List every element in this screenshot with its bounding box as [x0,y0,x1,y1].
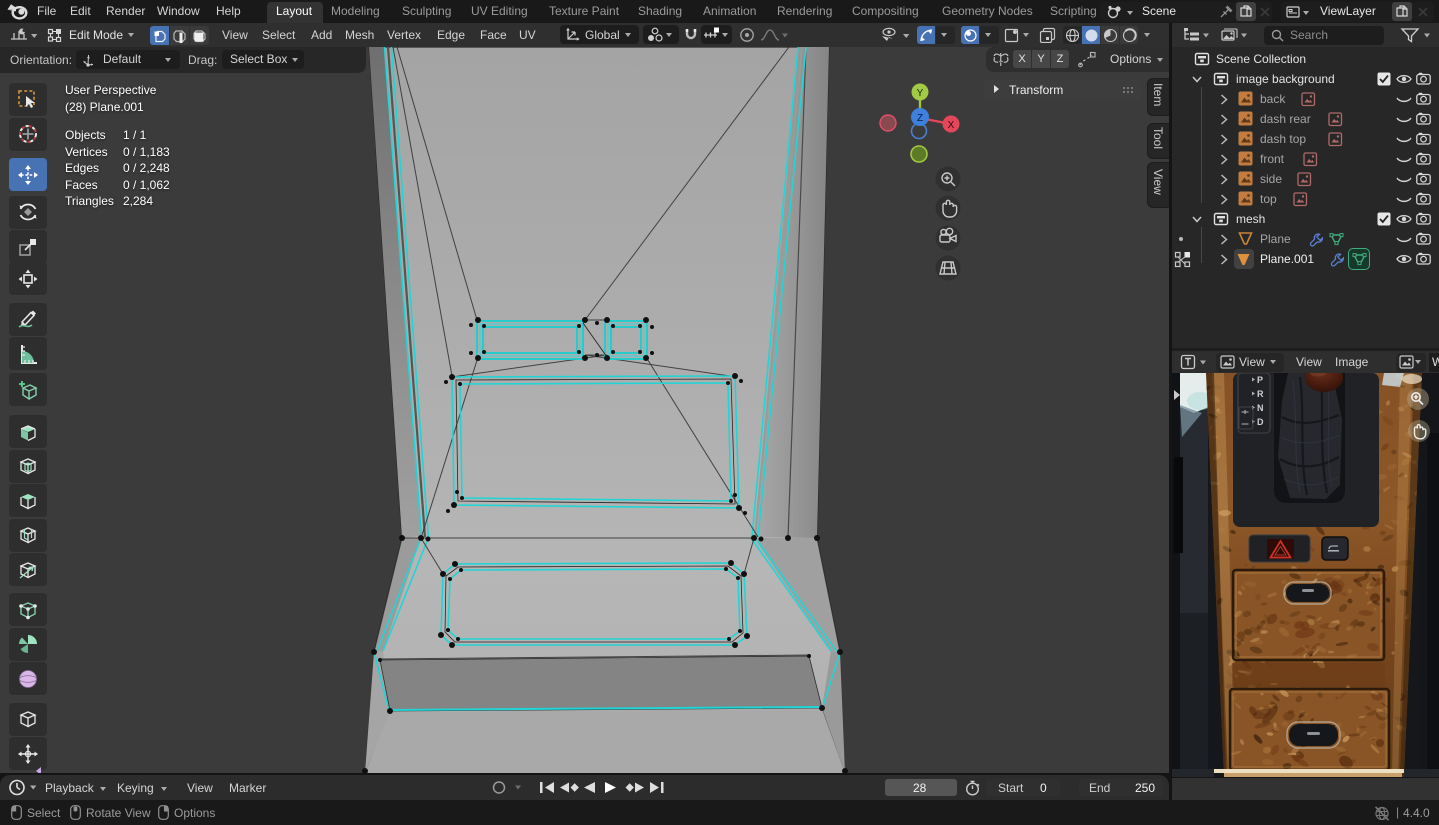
svg-text:N: N [1257,403,1264,413]
svg-text:P: P [1257,375,1263,385]
svg-text:X: X [948,120,955,131]
svg-text:D: D [1257,417,1264,427]
svg-text:R: R [1257,389,1264,399]
svg-text:Z: Z [917,113,923,124]
svg-text:Y: Y [917,88,924,99]
